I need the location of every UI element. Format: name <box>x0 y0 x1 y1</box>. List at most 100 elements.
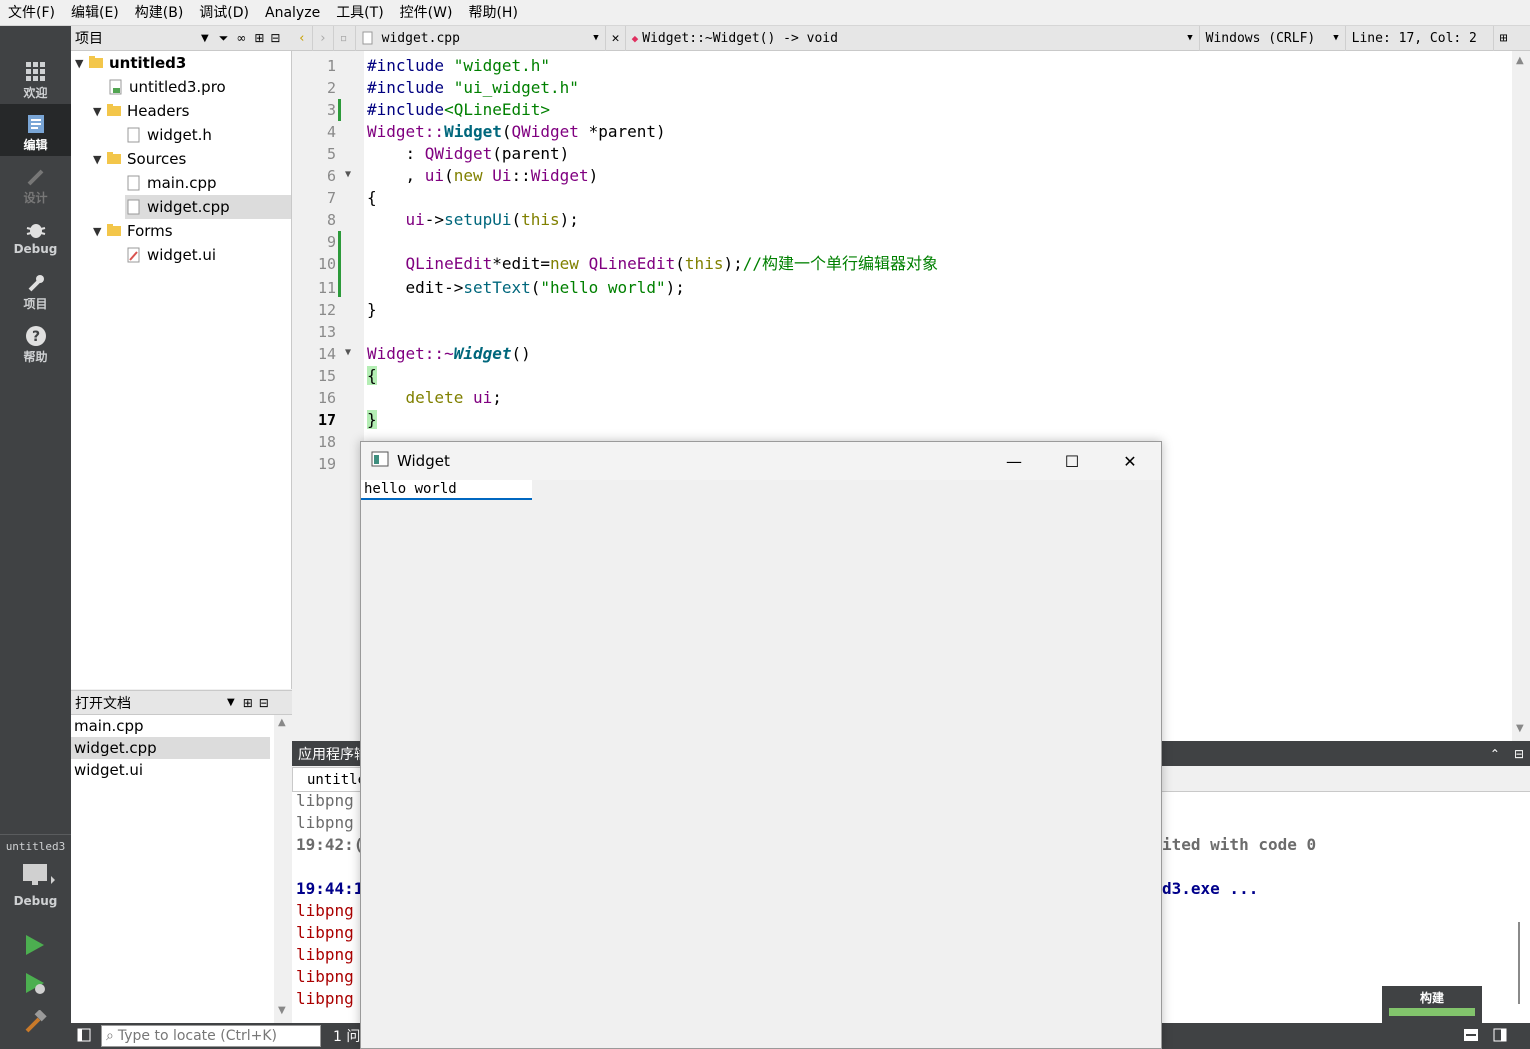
close-panel-icon[interactable]: ⊟ <box>270 31 280 45</box>
mode-help[interactable]: ? 帮助 <box>0 316 71 368</box>
mode-design[interactable]: 设计 <box>0 157 71 209</box>
line-number: 18 <box>317 433 336 451</box>
tree-node-project[interactable]: ▼ untitled3 <box>75 51 186 75</box>
app-window-icon <box>371 451 389 471</box>
output-toggle-icon[interactable] <box>1493 1028 1507 1046</box>
scroll-down-icon[interactable]: ▼ <box>1516 723 1524 734</box>
tree-node-widget-cpp[interactable]: widget.cpp <box>125 195 291 219</box>
mode-welcome[interactable]: 欢迎 <box>0 52 71 104</box>
line-number: 11 <box>317 279 336 297</box>
lock-button[interactable]: ▫ <box>334 25 356 51</box>
chevron-down-icon: ▼ <box>93 152 102 166</box>
open-doc-item[interactable]: main.cpp <box>71 715 270 737</box>
tree-node-headers[interactable]: ▼ Headers <box>93 99 189 123</box>
file-icon <box>127 127 140 143</box>
line-number: 16 <box>317 389 336 407</box>
filter-icon[interactable]: ⏷ <box>219 31 229 46</box>
minimize-button[interactable]: — <box>985 442 1043 480</box>
line-number: 7 <box>326 189 336 207</box>
menu-widgets[interactable]: 控件(W) <box>392 0 461 26</box>
close-panel-icon[interactable]: ⊟ <box>259 696 269 710</box>
menu-help[interactable]: 帮助(H) <box>460 0 525 26</box>
widget-window-titlebar[interactable]: Widget — ☐ ✕ <box>361 442 1161 480</box>
tree-node-widget-ui[interactable]: widget.ui <box>127 243 216 267</box>
open-doc-item[interactable]: widget.ui <box>71 759 270 781</box>
code-line-5: : QWidget(parent) <box>367 144 570 163</box>
project-panel-title: 项目 <box>75 31 103 47</box>
maximize-pane-icon[interactable]: ⌃ <box>1490 747 1500 761</box>
tree-node-sources[interactable]: ▼ Sources <box>93 147 186 171</box>
line-number: 3 <box>326 101 336 119</box>
chevron-right-icon: › <box>318 30 327 46</box>
encoding-selector[interactable]: Windows (CRLF) ▼ <box>1200 25 1346 51</box>
log-line: libpng <box>296 901 354 920</box>
scroll-up-icon[interactable]: ▲ <box>278 717 286 728</box>
menu-analyze[interactable]: Analyze <box>257 0 328 26</box>
debug-run-button[interactable] <box>24 972 48 1000</box>
dropdown-arrow-icon[interactable]: ▼ <box>201 33 209 44</box>
mode-debug[interactable]: Debug <box>0 210 71 262</box>
symbol-selector[interactable]: ◆ Widget::~Widget() -> void ▼ <box>626 25 1200 51</box>
locator-input[interactable]: ⌕ Type to locate (Ctrl+K) <box>101 1025 321 1047</box>
maximize-button[interactable]: ☐ <box>1043 442 1101 480</box>
menu-debug[interactable]: 调试(D) <box>191 0 257 26</box>
scroll-down-icon[interactable]: ▼ <box>278 1005 286 1016</box>
sidebar-toggle-icon[interactable] <box>77 1028 91 1046</box>
menu-file[interactable]: 文件(F) <box>0 0 63 26</box>
line-edit[interactable]: hello world <box>361 480 532 500</box>
tree-node-main-cpp[interactable]: main.cpp <box>127 171 217 195</box>
link-icon[interactable]: ∞ <box>236 31 246 45</box>
cursor-position[interactable]: Line: 17, Col: 2 <box>1346 25 1494 51</box>
output-scrollbar[interactable] <box>1518 922 1520 1004</box>
tree-node-pro-file[interactable]: untitled3.pro <box>109 75 226 99</box>
nav-forward-button[interactable]: › <box>313 25 334 51</box>
wrench-icon <box>24 271 48 295</box>
code-line-14: Widget::~Widget() <box>367 344 531 363</box>
log-line: libpng <box>296 923 354 942</box>
mode-projects[interactable]: 项目 <box>0 263 71 315</box>
log-line: 19:42:( <box>296 835 364 854</box>
close-window-button[interactable]: ✕ <box>1101 442 1159 480</box>
hammer-icon <box>24 1009 48 1038</box>
split-editor-button[interactable]: ⊞ <box>1494 26 1514 51</box>
kit-selector[interactable] <box>21 862 55 892</box>
log-line: libpng <box>296 967 354 986</box>
tree-label: untitled3 <box>109 54 187 72</box>
mode-edit[interactable]: 编辑 <box>0 104 71 156</box>
fold-marker-icon[interactable]: ▼ <box>345 169 351 180</box>
document-icon <box>24 112 48 136</box>
run-button[interactable] <box>24 934 46 960</box>
split-icon[interactable]: ⊞ <box>243 696 253 710</box>
progress-toggle-icon[interactable] <box>1463 1028 1479 1046</box>
log-line: 19:44:1 <box>296 879 364 898</box>
tree-node-widget-h[interactable]: widget.h <box>127 123 212 147</box>
split-icon[interactable]: ⊞ <box>254 31 264 45</box>
line-number: 19 <box>317 455 336 473</box>
menu-build[interactable]: 构建(B) <box>127 0 192 26</box>
bug-icon <box>24 218 48 242</box>
question-icon: ? <box>24 324 48 348</box>
play-debug-icon <box>24 973 48 1000</box>
menu-edit[interactable]: 编辑(E) <box>63 0 127 26</box>
divider <box>0 834 71 835</box>
open-doc-item[interactable]: widget.cpp <box>71 737 270 759</box>
scroll-up-icon[interactable]: ▲ <box>1516 55 1524 66</box>
close-file-button[interactable]: ✕ <box>606 25 626 51</box>
play-icon <box>24 935 46 960</box>
fold-marker-icon[interactable]: ▼ <box>345 347 351 358</box>
folder-icon <box>107 224 121 236</box>
code-line-8: ui->setupUi(this); <box>405 210 579 229</box>
nav-back-button[interactable]: ‹ <box>292 25 313 51</box>
search-icon: ⌕ <box>106 1028 114 1044</box>
build-button[interactable] <box>24 1009 48 1038</box>
editor-scrollbar[interactable]: ▲ ▼ <box>1512 51 1530 741</box>
project-panel-header: 项目 ▼ ⏷ ∞ ⊞ ⊟ <box>71 26 292 51</box>
tree-node-forms[interactable]: ▼ Forms <box>93 219 173 243</box>
file-selector[interactable]: widget.cpp ▼ <box>356 25 606 51</box>
close-pane-icon[interactable]: ⊟ <box>1514 747 1524 761</box>
menu-tools[interactable]: 工具(T) <box>328 0 391 26</box>
open-docs-scrollbar[interactable]: ▲ ▼ <box>274 715 292 1023</box>
issues-tab[interactable]: 1 问 <box>333 1026 360 1046</box>
code-line-4: Widget::Widget(QWidget *parent) <box>367 122 666 141</box>
dropdown-arrow-icon[interactable]: ▼ <box>227 697 235 708</box>
